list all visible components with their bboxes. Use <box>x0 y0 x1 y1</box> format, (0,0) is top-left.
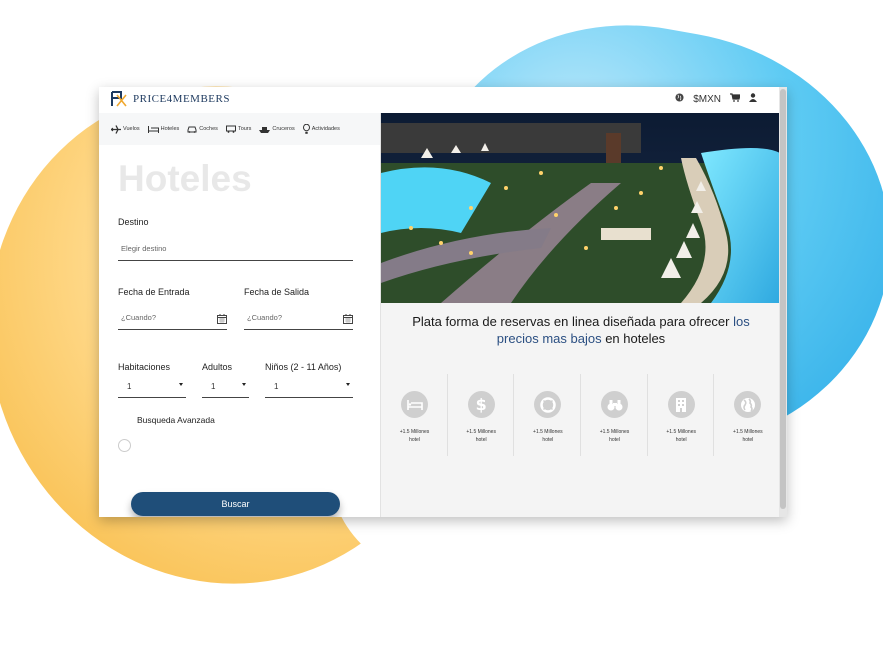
feature-item: +1.5 Millones hotel <box>514 374 582 456</box>
feature-line1: +1.5 Millones <box>666 429 696 435</box>
feature-line2: hotel <box>742 437 754 443</box>
hero-image <box>381 113 780 303</box>
feature-item: +1.5 Millones hotel <box>381 374 448 456</box>
fecha-entrada-field[interactable]: ¿Cuando? <box>118 309 227 330</box>
fecha-salida-label: Fecha de Salida <box>244 287 310 297</box>
ninos-value: 1 <box>274 382 279 391</box>
feature-line2: hotel <box>409 437 420 443</box>
feature-line2: hotel <box>675 437 687 443</box>
nav-item-coches[interactable]: Coches <box>187 126 218 133</box>
tagline-part2: en hoteles <box>601 331 666 346</box>
feature-line2: hotel <box>609 437 620 443</box>
plane-icon <box>111 124 121 134</box>
balloon-icon <box>302 124 310 134</box>
search-panel: Vuelos Hoteles Coches Tours Cruceros Act… <box>99 113 380 517</box>
ship-icon <box>259 126 271 133</box>
dollar-icon: $ <box>467 391 495 418</box>
building-icon <box>667 391 695 418</box>
calendar-icon[interactable] <box>217 311 227 329</box>
busqueda-avanzada-label: Busqueda Avanzada <box>137 415 215 425</box>
info-panel: Plata forma de reservas en linea diseñad… <box>380 113 780 517</box>
top-bar: PRICE4MEMBERS $MXN <box>99 87 787 114</box>
ninos-label: Niños (2 - 11 Años) <box>265 362 342 372</box>
chevron-down-icon <box>242 383 246 386</box>
brand-name: PRICE4MEMBERS <box>133 93 230 105</box>
tagline: Plata forma de reservas en linea diseñad… <box>401 313 761 347</box>
nav-item-vuelos[interactable]: Vuelos <box>111 124 140 134</box>
calendar-icon[interactable] <box>343 311 353 329</box>
logo[interactable]: PRICE4MEMBERS <box>111 91 230 107</box>
globe-icon[interactable] <box>675 93 684 105</box>
feature-line2: hotel <box>542 437 554 443</box>
scrollbar-thumb[interactable] <box>780 89 786 509</box>
top-actions: $MXN <box>675 93 757 105</box>
habitaciones-label: Habitaciones <box>118 362 171 372</box>
adultos-select[interactable]: 1 <box>202 377 249 398</box>
scrollbar[interactable] <box>779 87 787 517</box>
logo-mark-icon <box>111 91 127 107</box>
buscar-button[interactable]: Buscar <box>131 492 340 516</box>
habitaciones-value: 1 <box>127 382 132 391</box>
car-icon <box>187 126 197 133</box>
bed-icon <box>401 391 428 418</box>
fecha-salida-placeholder: ¿Cuando? <box>247 313 283 322</box>
chevron-down-icon <box>179 383 183 386</box>
destino-placeholder: Elegir destino <box>121 244 167 253</box>
nav-item-cruceros[interactable]: Cruceros <box>259 126 295 133</box>
fecha-salida-field[interactable]: ¿Cuando? <box>244 309 353 330</box>
fecha-entrada-placeholder: ¿Cuando? <box>121 313 157 322</box>
features-row: +1.5 Millones hotel $ +1.5 Millones hotel … <box>381 374 780 456</box>
tagline-part1: Plata forma de reservas en linea diseñad… <box>412 314 734 329</box>
fecha-entrada-label: Fecha de Entrada <box>118 287 190 297</box>
category-nav: Vuelos Hoteles Coches Tours Cruceros Act… <box>99 113 380 145</box>
binoculars-icon <box>601 391 629 418</box>
nav-item-hoteles[interactable]: Hoteles <box>147 125 180 133</box>
destino-field[interactable]: Elegir destino <box>118 240 353 261</box>
nav-label: Actividades <box>311 126 340 132</box>
currency-selector[interactable]: $MXN <box>693 94 721 105</box>
lifebuoy-icon <box>534 391 562 418</box>
nav-item-actividades[interactable]: Actividades <box>302 124 340 134</box>
nav-label: Tours <box>237 126 252 132</box>
nav-label: Vuelos <box>123 126 140 132</box>
chevron-down-icon <box>346 383 350 386</box>
feature-item: +1.5 Millones hotel <box>714 374 780 456</box>
feature-line1: +1.5 Millones <box>533 429 563 435</box>
feature-line1: +1.5 Millones <box>399 429 430 435</box>
ninos-select[interactable]: 1 <box>265 377 353 398</box>
busqueda-avanzada-radio[interactable] <box>118 439 131 452</box>
browser-window: PRICE4MEMBERS $MXN Vuelos Hoteles Coches… <box>99 87 787 517</box>
destino-label: Destino <box>118 217 149 227</box>
feature-line2: hotel <box>475 437 487 443</box>
feature-item: $ +1.5 Millones hotel <box>448 374 515 456</box>
user-icon[interactable] <box>749 93 757 105</box>
nav-item-tours[interactable]: Tours <box>225 125 252 133</box>
bed-icon <box>147 125 159 133</box>
cart-icon[interactable] <box>730 93 741 105</box>
page-title: Hoteles <box>118 158 252 199</box>
feature-item: +1.5 Millones hotel <box>648 374 715 456</box>
nav-label: Cruceros <box>272 126 295 132</box>
feature-line1: +1.5 Millones <box>599 429 630 435</box>
feature-line1: +1.5 Millones <box>466 429 496 435</box>
feature-line1: +1.5 Millones <box>733 429 763 435</box>
globe-icon <box>734 391 762 418</box>
nav-label: Hoteles <box>160 126 180 132</box>
nav-label: Coches <box>199 126 218 132</box>
habitaciones-select[interactable]: 1 <box>118 377 186 398</box>
bus-icon <box>225 125 236 133</box>
adultos-value: 1 <box>211 382 216 391</box>
feature-item: +1.5 Millones hotel <box>581 374 648 456</box>
adultos-label: Adultos <box>202 362 233 372</box>
